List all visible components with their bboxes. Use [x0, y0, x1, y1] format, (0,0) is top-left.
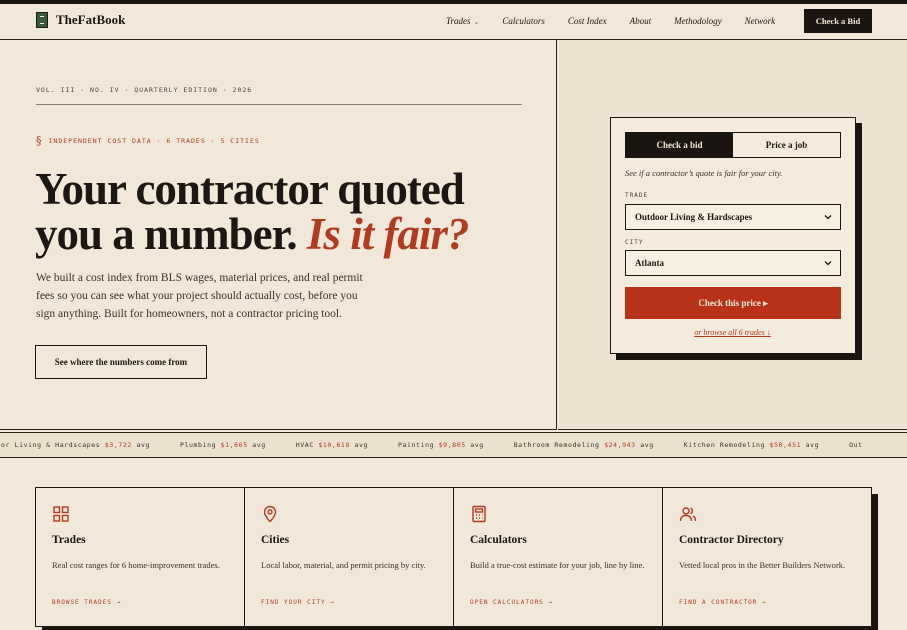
ticker-item: HVAC $10,618 avg	[296, 441, 368, 449]
find-contractor-link[interactable]: FIND A CONTRACTOR →	[679, 599, 767, 606]
brand-name: TheFatBook	[56, 12, 126, 27]
nav-link-calculators[interactable]: Calculators	[502, 16, 545, 26]
calculator-icon	[472, 505, 486, 523]
ticker-value: $9,805	[438, 441, 466, 449]
ticker-value: $10,618	[318, 441, 350, 449]
ticker-name: Bathroom Remodeling	[513, 441, 600, 449]
chevron-down-icon: ⌄	[473, 18, 480, 26]
nav-link-cost-index[interactable]: Cost Index	[568, 16, 607, 26]
section-icon: §	[36, 134, 43, 147]
bid-check-card: Check a bid Price a job See if a contrac…	[610, 117, 856, 354]
nav-links: Trades ⌄ Calculators Cost Index About Met…	[446, 16, 798, 26]
ticker-value: $1,665	[220, 441, 248, 449]
feature-card-trades[interactable]: Trades Real cost ranges for 6 home-impro…	[36, 488, 245, 626]
browse-trades-link[interactable]: BROWSE TRADES →	[52, 599, 121, 606]
feature-description: Vetted local pros in the Better Builders…	[679, 560, 846, 570]
divider	[36, 104, 522, 105]
numbers-source-button[interactable]: See where the numbers come from	[35, 345, 207, 379]
trade-select[interactable]: Outdoor Living & Hardscapes	[625, 204, 841, 230]
feature-description: Local labor, material, and permit pricin…	[261, 560, 426, 570]
ticker-track: door Living & Hardscapes $3,722 avg Plum…	[0, 441, 893, 449]
feature-card-calculators[interactable]: Calculators Build a true-cost estimate f…	[454, 488, 663, 626]
ticker-name: Plumbing	[180, 441, 217, 449]
ticker-suffix: avg	[136, 441, 150, 449]
hero-headline: Your contractor quoted you a number. Is …	[35, 167, 555, 257]
nav-link-network[interactable]: Network	[745, 16, 776, 26]
open-calculators-link[interactable]: OPEN CALCULATORS →	[470, 599, 553, 606]
brand-logo[interactable]: TheFatBook	[36, 12, 125, 28]
headline-accent: Is it fair?	[306, 209, 470, 259]
city-label: CITY	[625, 239, 644, 246]
ticker-name: HVAC	[295, 441, 314, 449]
ticker-item: door Living & Hardscapes $3,722 avg	[0, 441, 150, 449]
find-city-link[interactable]: FIND YOUR CITY →	[261, 599, 335, 606]
chevron-down-icon	[824, 261, 832, 266]
feature-title: Calculators	[470, 534, 527, 546]
city-select[interactable]: Atlanta	[625, 250, 841, 276]
ticker-item: Kitchen Remodeling $50,451 avg	[684, 441, 819, 449]
ticker-item: Painting $9,805 avg	[398, 441, 484, 449]
price-ticker: door Living & Hardscapes $3,722 avg Plum…	[0, 432, 907, 458]
hero-tagline: § INDEPENDENT COST DATA · 6 TRADES · 5 C…	[36, 134, 260, 147]
ticker-value: $3,722	[104, 441, 132, 449]
ticker-value: $50,451	[769, 441, 802, 449]
hero-description: We built a cost index from BLS wages, ma…	[36, 272, 363, 320]
top-nav: TheFatBook Trades ⌄ Calculators Cost Inde…	[0, 4, 907, 40]
book-icon	[36, 12, 48, 28]
headline-line-2: you a number.	[35, 209, 298, 259]
feature-card-contractor-directory[interactable]: Contractor Directory Vetted local pros i…	[663, 488, 871, 626]
feature-card-cities[interactable]: Cities Local labor, material, and permit…	[245, 488, 454, 626]
nav-link-label: Trades	[446, 16, 471, 26]
ticker-item: Plumbing $1,665 avg	[180, 441, 266, 449]
ticker-suffix: avg	[470, 441, 484, 449]
tagline-text: INDEPENDENT COST DATA · 6 TRADES · 5 CIT…	[48, 136, 260, 145]
ticker-name: Painting	[398, 441, 435, 449]
ticker-suffix: avg	[805, 441, 820, 449]
ticker-suffix: avg	[640, 441, 654, 449]
card-description: See if a contractor’s quote is fair for …	[625, 168, 783, 178]
feature-title: Trades	[52, 534, 86, 546]
feature-description: Build a true-cost estimate for your job,…	[470, 560, 645, 570]
edition-line: VOL. III · NO. IV · QUARTERLY EDITION · …	[36, 86, 253, 94]
headline-line-1: Your contractor quoted	[35, 164, 465, 214]
browse-trades-link[interactable]: or browse all 6 trades ↓	[611, 328, 854, 337]
feature-description: Real cost ranges for 6 home-improvement …	[52, 560, 220, 570]
feature-title: Contractor Directory	[679, 534, 784, 546]
nav-link-trades[interactable]: Trades ⌄	[446, 16, 479, 26]
users-icon	[679, 507, 697, 522]
tab-price-a-job[interactable]: Price a job	[733, 133, 840, 157]
trade-select-value: Outdoor Living & Hardscapes	[635, 212, 753, 222]
nav-link-about[interactable]: About	[630, 16, 652, 26]
chevron-down-icon	[824, 215, 832, 220]
city-select-value: Atlanta	[635, 258, 664, 268]
tab-check-a-bid[interactable]: Check a bid	[626, 133, 733, 157]
ticker-suffix: avg	[354, 441, 369, 449]
ticker-suffix: avg	[252, 441, 266, 449]
ticker-name: door Living & Hardscapes	[0, 441, 101, 449]
features-grid: Trades Real cost ranges for 6 home-impro…	[35, 487, 872, 627]
nav-link-methodology[interactable]: Methodology	[674, 16, 722, 26]
ticker-name: Out	[849, 441, 863, 449]
trade-label: TRADE	[625, 192, 649, 199]
check-price-button[interactable]: Check this price ▸	[625, 287, 841, 319]
map-pin-icon	[263, 505, 277, 523]
card-tabs: Check a bid Price a job	[625, 132, 841, 158]
grid-icon	[53, 506, 69, 522]
ticker-item: Bathroom Remodeling $24,943 avg	[514, 441, 654, 449]
ticker-value: $24,943	[604, 441, 636, 449]
ticker-name: Kitchen Remodeling	[683, 441, 765, 449]
feature-title: Cities	[261, 534, 290, 546]
ticker-item: Out	[849, 441, 863, 449]
check-a-bid-button[interactable]: Check a Bid	[804, 9, 872, 33]
